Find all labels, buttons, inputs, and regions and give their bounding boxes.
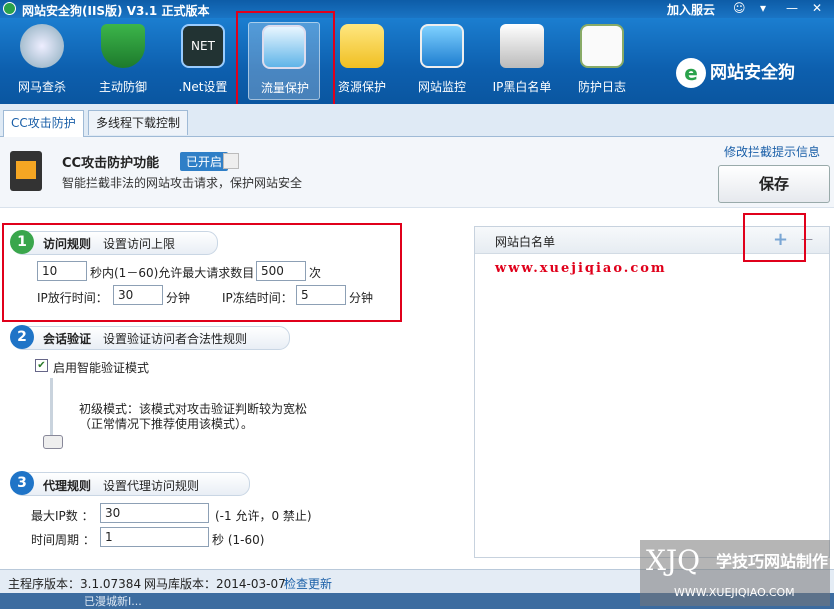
monitor-icon <box>420 24 464 68</box>
horse-icon <box>20 24 64 68</box>
tool-ip-list[interactable]: IP黑白名单 <box>486 22 558 100</box>
max-ip-input[interactable]: 30 <box>100 503 209 523</box>
section-number: 2 <box>10 325 34 349</box>
brand-name: 网站安全狗 <box>710 63 795 83</box>
smart-mode-label: 启用智能验证模式 <box>53 361 150 375</box>
ip-release-label: IP放行时间： <box>37 291 108 305</box>
brand-e-icon: e <box>676 58 706 88</box>
router-icon <box>500 24 544 68</box>
mode-slider-thumb[interactable] <box>43 435 63 449</box>
shield-icon <box>101 24 145 68</box>
seconds-input[interactable]: 10 <box>37 261 87 281</box>
status-badge[interactable]: 已开启 <box>180 152 229 171</box>
period-input[interactable]: 1 <box>100 527 209 547</box>
tab-download-control[interactable]: 多线程下载控制 <box>88 110 189 135</box>
section-subtitle: 设置验证访问者合法性规则 <box>103 332 248 346</box>
watermark-url: www.xuejiqiao.com <box>495 261 667 276</box>
ip-release-input[interactable]: 30 <box>113 285 163 305</box>
tab-bar: CC攻击防护 多线程下载控制 <box>0 104 834 137</box>
library-version: 网马库版本：2014-03-07 <box>144 577 286 591</box>
highlight-box-add <box>743 213 806 262</box>
dotnet-icon: NET <box>181 24 225 68</box>
tool-label: .Net设置 <box>178 80 228 94</box>
section-title: 会话验证 <box>43 332 92 346</box>
minute-label: 分钟 <box>166 291 191 305</box>
tool-scan[interactable]: 网马查杀 <box>6 22 78 100</box>
bottom-text: 已漫城新I... <box>84 595 142 608</box>
feature-title: CC攻击防护功能 <box>62 156 160 171</box>
app-logo-icon <box>3 2 16 15</box>
tool-label: 资源保护 <box>337 80 386 94</box>
minimize-icon[interactable]: — <box>786 1 798 15</box>
tool-defense[interactable]: 主动防御 <box>87 22 159 100</box>
folder-check-icon <box>340 24 384 68</box>
main-toolbar: 网马查杀 主动防御 NET .Net设置 流量保护 资源保护 网站监控 IP黑白… <box>0 18 834 104</box>
main-version: 主程序版本：3.1.07384 <box>8 577 142 591</box>
brand-logo: e 网站安全狗 <box>676 58 795 88</box>
save-button[interactable]: 保存 <box>718 165 830 203</box>
section-title: 代理规则 <box>43 479 92 493</box>
times-label: 次 <box>309 266 322 280</box>
join-cloud-link[interactable]: 加入服云 <box>667 1 715 18</box>
section-number: 3 <box>10 471 34 495</box>
highlight-box-traffic <box>236 11 335 115</box>
toggle-switch[interactable] <box>223 153 239 169</box>
max-requests-input[interactable]: 500 <box>256 261 306 281</box>
max-ip-label: 最大IP数 ： <box>31 509 94 523</box>
tool-label: 主动防御 <box>98 80 147 94</box>
tool-label: 网马查杀 <box>17 80 66 94</box>
feature-header: CC攻击防护功能 已开启 智能拦截非法的网站攻击请求，保护网站安全 修改拦截提示… <box>0 137 834 208</box>
mode-description-line2: （正常情况下推荐使用该模式）。 <box>79 417 254 431</box>
whitelist-title: 网站白名单 <box>495 235 556 249</box>
watermark-logo: XJQ <box>646 544 701 577</box>
tool-monitor[interactable]: 网站监控 <box>406 22 478 100</box>
ip-freeze-input[interactable]: 5 <box>296 285 346 305</box>
period-hint: 秒 (1-60) <box>212 533 265 547</box>
menu-icon[interactable]: ▾ <box>760 1 766 15</box>
cpu-chip-icon <box>10 151 42 191</box>
minute-label: 分钟 <box>349 291 374 305</box>
tool-label: 网站监控 <box>417 80 466 94</box>
watermark-url-bottom: WWW.XUEJIQIAO.COM <box>674 586 795 599</box>
tab-cc-protection[interactable]: CC攻击防护 <box>3 110 84 137</box>
tool-dotnet[interactable]: NET .Net设置 <box>167 22 239 100</box>
smart-mode-checkbox[interactable]: ✔ <box>35 359 48 372</box>
whitelist-panel: 网站白名单 + — www.xuejiqiao.com <box>474 226 830 558</box>
tool-label: IP黑白名单 <box>492 80 552 94</box>
seconds-label: 秒内(1－60)允许最大请求数目 <box>90 266 255 280</box>
section-subtitle: 设置代理访问规则 <box>103 479 200 493</box>
tool-label: 防护日志 <box>577 80 626 94</box>
ip-freeze-label: IP冻结时间： <box>222 291 293 305</box>
max-ip-hint: (-1 允许，0 禁止) <box>215 509 312 523</box>
window-title: 网站安全狗(IIS版) V3.1 正式版本 <box>22 4 210 18</box>
check-update-link[interactable]: 检查更新 <box>284 575 332 592</box>
watermark: XJQ 学技巧网站制作 WWW.XUEJIQIAO.COM <box>640 540 830 606</box>
tool-log[interactable]: 防护日志 <box>566 22 638 100</box>
tool-resource[interactable]: 资源保护 <box>326 22 398 100</box>
watermark-text: 学技巧网站制作 <box>716 552 829 571</box>
edit-block-message-link[interactable]: 修改拦截提示信息 <box>724 143 820 160</box>
skin-icon[interactable]: ☺ <box>733 1 746 15</box>
clipboard-icon <box>580 24 624 68</box>
close-icon[interactable]: ✕ <box>812 1 822 15</box>
period-label: 时间周期 ： <box>31 533 95 547</box>
title-bar: 网站安全狗(IIS版) V3.1 正式版本 加入服云 ☺ ▾ — ✕ <box>0 0 834 18</box>
feature-description: 智能拦截非法的网站攻击请求，保护网站安全 <box>62 176 303 190</box>
